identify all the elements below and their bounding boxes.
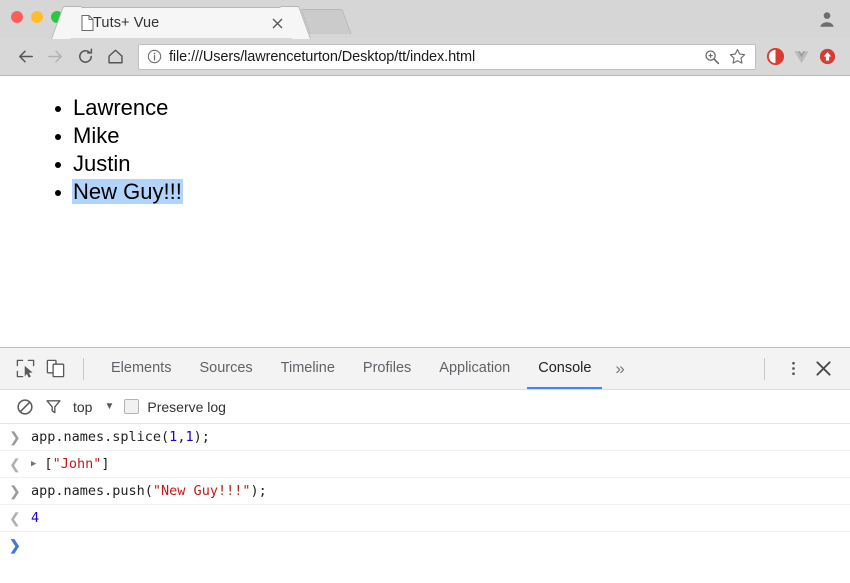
- window-close-button[interactable]: [11, 11, 23, 23]
- list-item: Mike: [55, 122, 850, 150]
- upload-circle-icon: [819, 48, 835, 65]
- vue-devtools-extension-button[interactable]: [788, 44, 814, 70]
- tab-console[interactable]: Console: [527, 348, 603, 389]
- devtools-tab-bar: Elements Sources Timeline Profiles Appli…: [0, 348, 850, 390]
- devtools-panel: Elements Sources Timeline Profiles Appli…: [0, 347, 850, 583]
- url-text: file:///Users/lawrenceturton/Desktop/tt/…: [169, 48, 476, 65]
- console-output[interactable]: ❯ app.names.splice(1,1); ❮ ▶ ["John"] ❯ …: [0, 424, 850, 583]
- pocket-extension-button[interactable]: [814, 44, 840, 70]
- console-expression: app.names.push("New Guy!!!");: [31, 483, 267, 499]
- list-item: Lawrence: [55, 94, 850, 122]
- zoom-in-icon[interactable]: [702, 47, 721, 66]
- list-item-label: New Guy!!!: [72, 179, 183, 204]
- code-token: app.names.push(: [31, 483, 153, 499]
- tab-application[interactable]: Application: [428, 348, 521, 389]
- list-item-label: Justin: [73, 151, 131, 176]
- console-input-chevron-icon: ❯: [9, 482, 21, 499]
- preserve-log-checkbox[interactable]: [124, 399, 140, 414]
- arrow-left-icon: [18, 50, 33, 63]
- console-row-input: ❯ app.names.splice(1,1);: [0, 424, 850, 451]
- bookmark-button[interactable]: [728, 47, 747, 66]
- execution-context-label[interactable]: top: [73, 399, 92, 415]
- device-toolbar-button[interactable]: [40, 355, 70, 383]
- tab-elements[interactable]: Elements: [100, 348, 182, 389]
- list-item: Justin: [55, 150, 850, 178]
- more-tabs-button[interactable]: »: [605, 360, 634, 377]
- console-row-output: ❮ ▶ ["John"]: [0, 451, 850, 478]
- address-bar[interactable]: file:///Users/lawrenceturton/Desktop/tt/…: [138, 43, 756, 70]
- chevron-down-icon[interactable]: ▼: [104, 401, 114, 412]
- console-result: 4: [31, 510, 39, 526]
- devtools-close-button[interactable]: [808, 355, 838, 383]
- account-icon[interactable]: [816, 8, 838, 30]
- preserve-log-label[interactable]: Preserve log: [147, 399, 226, 415]
- tab-profiles[interactable]: Profiles: [352, 348, 422, 389]
- tab-timeline[interactable]: Timeline: [270, 348, 346, 389]
- code-token: );: [193, 429, 210, 445]
- reload-button[interactable]: [70, 42, 100, 72]
- expand-triangle-icon[interactable]: ▶: [31, 459, 36, 469]
- adblock-icon: [766, 47, 784, 66]
- reload-icon: [78, 48, 92, 63]
- code-token: );: [250, 483, 267, 499]
- clear-console-button[interactable]: [11, 394, 39, 420]
- devtools-menu-button[interactable]: [778, 355, 808, 383]
- console-output-chevron-icon: ❮: [9, 509, 21, 526]
- home-button[interactable]: [100, 42, 130, 72]
- arrow-right-icon: [47, 50, 62, 63]
- navigation-toolbar: file:///Users/lawrenceturton/Desktop/tt/…: [0, 38, 850, 76]
- tab-close-button[interactable]: [269, 15, 285, 31]
- console-row-input: ❯ app.names.push("New Guy!!!");: [0, 478, 850, 505]
- close-icon: [815, 361, 831, 376]
- kebab-menu-icon: [791, 361, 795, 376]
- console-result: ["John"]: [44, 456, 109, 472]
- list-item-selected: New Guy!!!: [55, 178, 850, 206]
- code-token-number: 1: [185, 429, 194, 445]
- tab-title: Tuts+ Vue: [93, 15, 160, 31]
- code-token-string: "John": [52, 456, 102, 472]
- filter-funnel-icon: [45, 400, 61, 414]
- code-token-number: 4: [31, 510, 40, 526]
- list-item-label: Mike: [73, 123, 120, 148]
- inspect-element-button[interactable]: [10, 355, 40, 383]
- device-toolbar-icon: [46, 359, 64, 378]
- close-icon: [272, 18, 282, 28]
- magnifier-icon: [704, 49, 719, 64]
- filter-button[interactable]: [39, 394, 67, 420]
- adblock-extension-button[interactable]: [762, 44, 788, 70]
- code-token: app.names.splice(: [31, 429, 170, 445]
- tab-strip: Tuts+ Vue: [0, 0, 850, 38]
- toolbar-divider-right: [764, 357, 765, 380]
- back-button[interactable]: [10, 42, 40, 72]
- forward-button[interactable]: [40, 42, 70, 72]
- code-token-string: "New Guy!!!": [152, 483, 251, 499]
- console-prompt-chevron-icon: ❯: [9, 537, 21, 553]
- window-controls: [11, 11, 63, 23]
- console-filter-bar: top ▼ Preserve log: [0, 390, 850, 424]
- page-viewport: Lawrence Mike Justin New Guy!!!: [0, 76, 850, 347]
- console-input-chevron-icon: ❯: [9, 428, 21, 445]
- info-icon[interactable]: [147, 49, 162, 64]
- inspect-cursor-icon: [16, 359, 34, 378]
- console-output-chevron-icon: ❮: [9, 455, 21, 472]
- home-icon: [107, 49, 123, 64]
- console-prompt-row[interactable]: ❯: [0, 532, 850, 559]
- browser-tab-active[interactable]: Tuts+ Vue: [66, 7, 296, 38]
- window-minimize-button[interactable]: [31, 11, 43, 23]
- tab-sources[interactable]: Sources: [188, 348, 263, 389]
- list-item-label: Lawrence: [73, 95, 169, 120]
- star-icon: [729, 48, 746, 64]
- code-token: [: [44, 456, 53, 472]
- toolbar-divider: [83, 357, 84, 380]
- clear-console-icon: [17, 398, 33, 415]
- console-row-output: ❮ 4: [0, 505, 850, 532]
- names-list: Lawrence Mike Justin New Guy!!!: [0, 76, 850, 206]
- code-token: ]: [101, 456, 110, 472]
- new-tab-button[interactable]: [300, 9, 352, 34]
- console-expression: app.names.splice(1,1);: [31, 429, 210, 445]
- browser-window: Tuts+ Vue file:///Users/lawrenceturton/D…: [0, 0, 850, 583]
- vue-logo-icon: [793, 51, 809, 64]
